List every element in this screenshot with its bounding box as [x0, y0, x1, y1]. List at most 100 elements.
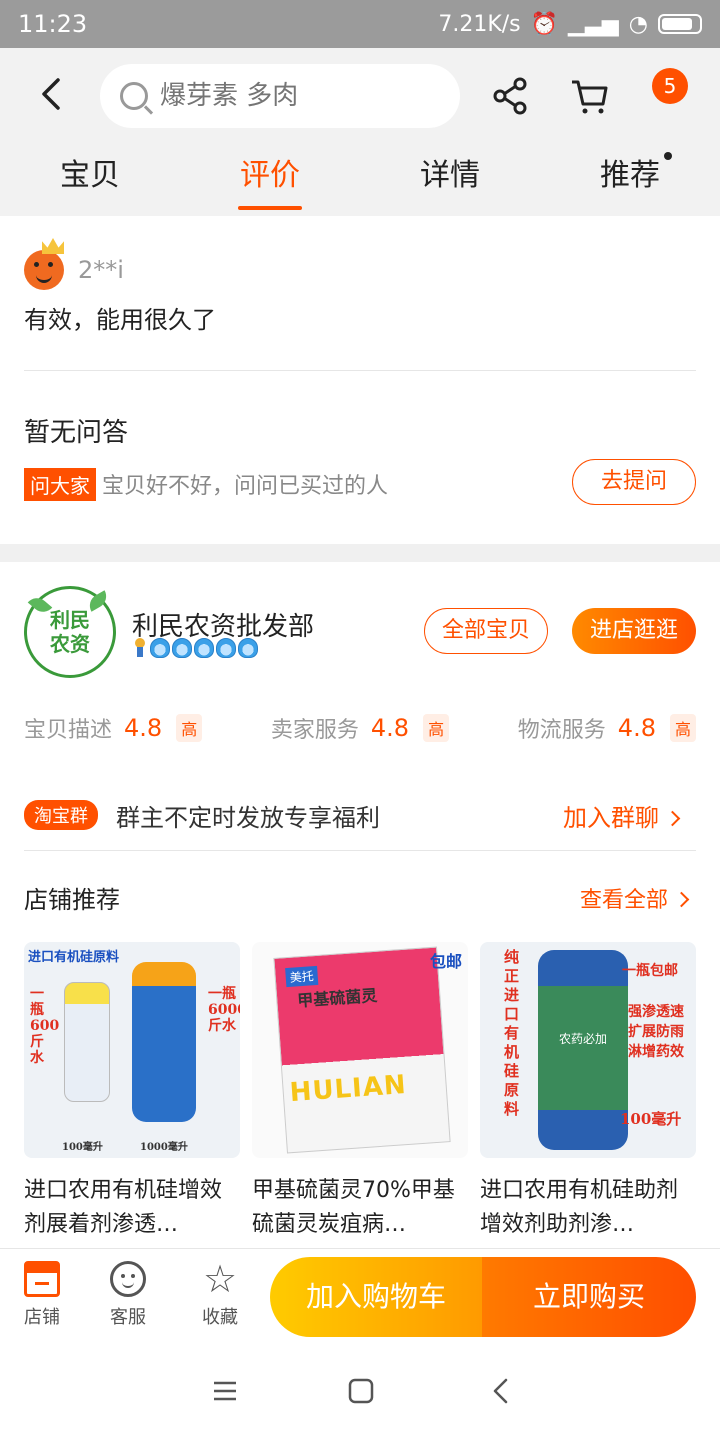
bottom-action-bar: 店铺 客服 ☆ 收藏 加入购物车 立即购买 — [0, 1248, 720, 1344]
top-nav: 5 宝贝 评价 详情 推荐 — [0, 48, 720, 216]
review-panel: 2**i 有效，能用很久了 暂无问答 问大家 宝贝好不好，问问已买过的人 去提问 — [0, 216, 720, 544]
product-image[interactable]: 纯正进口有机硅原料 农药必加 一瓶包邮 强渗透速扩展防雨淋增药效 100毫升 — [480, 942, 696, 1158]
shop-logo-text: 利民 — [50, 608, 90, 632]
status-bar: 11:23 7.21K/s ⏰ ▁▃▅ ◔ — [0, 0, 720, 48]
bag-graphic: 美托 甲基硫菌灵 HULIAN — [273, 946, 451, 1154]
tab-reviews[interactable]: 评价 — [180, 148, 360, 216]
tab-recommend[interactable]: 推荐 — [540, 148, 720, 216]
score-label: 物流服务 — [517, 718, 606, 743]
alarm-icon: ⏰ — [530, 11, 559, 37]
search-input[interactable] — [160, 81, 440, 111]
visit-store-button[interactable]: 进店逛逛 — [572, 608, 696, 654]
back-nav-icon[interactable] — [488, 1378, 514, 1404]
product-image-text: 农药必加 — [558, 1032, 607, 1046]
product-image-text: 一瓶600斤水 — [30, 986, 60, 1066]
product-image-text: 100毫升 — [62, 1142, 103, 1153]
qa-title: 暂无问答 — [24, 418, 129, 448]
score-value: 4.8 — [370, 714, 410, 742]
chevron-right-icon — [664, 810, 681, 827]
product-image-text: 1000毫升 — [140, 1142, 188, 1153]
score-service: 卖家服务 4.8 高 — [270, 712, 450, 744]
tab-item[interactable]: 宝贝 — [0, 148, 180, 216]
all-items-button[interactable]: 全部宝贝 — [424, 608, 548, 654]
see-all-label: 查看全部 — [580, 888, 669, 913]
customer-service-icon — [110, 1261, 146, 1297]
favorite-button[interactable]: ☆ 收藏 — [190, 1257, 250, 1329]
product-title[interactable]: 甲基硫菌灵70%甲基硫菌灵炭疽病… — [252, 1174, 468, 1242]
battery-icon — [658, 14, 702, 34]
review-username: 2**i — [78, 256, 124, 284]
product-image-text: 纯正进口有机硅原料 — [504, 948, 520, 1118]
product-image-text: 强渗透速扩展防雨淋增药效 — [628, 1004, 684, 1060]
product-list: 进口有机硅原料 一瓶600斤水 一瓶6000斤水 100毫升 1000毫升 进口… — [24, 942, 696, 1242]
product-card[interactable]: 美托 甲基硫菌灵 HULIAN 包邮 甲基硫菌灵70%甲基硫菌灵炭疽病… — [252, 942, 468, 1242]
store-icon — [24, 1261, 60, 1297]
product-title[interactable]: 进口农用有机硅助剂增效剂助剂渗… — [480, 1174, 696, 1242]
menu-icon[interactable] — [212, 1378, 238, 1404]
score-level: 高 — [669, 714, 696, 742]
score-description: 宝贝描述 4.8 高 — [24, 712, 203, 744]
score-value: 4.8 — [617, 714, 656, 742]
score-level: 高 — [176, 714, 203, 742]
crown-rank-icon — [194, 638, 214, 658]
favorite-label: 收藏 — [202, 1307, 238, 1328]
bottle-graphic — [132, 962, 196, 1122]
store-button[interactable]: 店铺 — [12, 1261, 72, 1329]
see-all-link[interactable]: 查看全部 — [580, 882, 690, 914]
star-icon: ☆ — [202, 1257, 238, 1301]
bottle-graphic: 农药必加 — [538, 950, 628, 1150]
customer-service-button[interactable]: 客服 — [98, 1261, 158, 1329]
product-image[interactable]: 美托 甲基硫菌灵 HULIAN 包邮 — [252, 942, 468, 1158]
product-image-text: HULIAN — [288, 1070, 408, 1109]
service-label: 客服 — [110, 1307, 146, 1328]
tab-bar: 宝贝 评价 详情 推荐 — [0, 148, 720, 216]
bottle-graphic — [64, 982, 110, 1102]
join-group-link[interactable]: 加入群聊 — [563, 798, 681, 833]
divider — [24, 850, 696, 851]
add-to-cart-button[interactable]: 加入购物车 — [270, 1257, 482, 1337]
crown-rank-icon — [150, 638, 170, 658]
search-icon — [120, 82, 148, 110]
taobao-group-tag: 淘宝群 — [24, 800, 98, 830]
ask-everyone-tag: 问大家 — [24, 468, 96, 501]
score-level: 高 — [423, 714, 450, 742]
wifi-icon: ◔ — [628, 11, 648, 37]
product-card[interactable]: 进口有机硅原料 一瓶600斤水 一瓶6000斤水 100毫升 1000毫升 进口… — [24, 942, 240, 1242]
shop-logo[interactable]: 利民 农资 — [24, 586, 116, 678]
status-time: 11:23 — [18, 10, 88, 38]
status-indicators: 7.21K/s ⏰ ▁▃▅ ◔ — [438, 12, 702, 37]
product-image-text: 一瓶6000斤水 — [208, 986, 240, 1034]
message-badge[interactable]: 5 — [652, 68, 688, 104]
crown-icon — [42, 238, 64, 254]
product-image[interactable]: 进口有机硅原料 一瓶600斤水 一瓶6000斤水 100毫升 1000毫升 — [24, 942, 240, 1158]
signal-icon: ▁▃▅ — [568, 11, 619, 37]
group-promo-text: 群主不定时发放专享福利 — [116, 804, 380, 832]
crown-rank-icon — [216, 638, 236, 658]
product-image-text: 进口有机硅原料 — [28, 950, 120, 965]
back-button[interactable] — [32, 74, 72, 114]
search-box[interactable] — [100, 64, 460, 128]
net-speed: 7.21K/s — [438, 11, 521, 37]
buy-now-button[interactable]: 立即购买 — [482, 1257, 696, 1337]
qa-hint: 宝贝好不好，问问已买过的人 — [102, 474, 389, 499]
leaf-icon — [27, 593, 53, 617]
cart-icon[interactable] — [570, 76, 610, 116]
product-image-text: 美托 — [285, 965, 319, 988]
tab-details[interactable]: 详情 — [360, 148, 540, 216]
score-value: 4.8 — [124, 714, 163, 742]
divider — [24, 370, 696, 371]
seller-rank — [132, 638, 258, 658]
score-logistics: 物流服务 4.8 高 — [518, 712, 696, 744]
ask-question-button[interactable]: 去提问 — [572, 459, 696, 505]
product-image-text: 甲基硫菌灵 — [296, 985, 378, 1011]
product-image-text: 一瓶包邮 — [622, 963, 678, 979]
share-icon[interactable] — [490, 76, 530, 116]
product-image-text: 100毫升 — [620, 1110, 682, 1128]
store-panel: 利民 农资 利民农资批发部 全部宝贝 进店逛逛 宝贝描述 4.8 高 卖家服务 … — [0, 562, 720, 1248]
product-card[interactable]: 纯正进口有机硅原料 农药必加 一瓶包邮 强渗透速扩展防雨淋增药效 100毫升 进… — [480, 942, 696, 1242]
score-label: 宝贝描述 — [24, 718, 113, 743]
score-label: 卖家服务 — [270, 718, 359, 743]
product-title[interactable]: 进口农用有机硅增效剂展着剂渗透… — [24, 1174, 240, 1242]
home-icon[interactable] — [348, 1378, 374, 1404]
store-label: 店铺 — [24, 1307, 60, 1328]
